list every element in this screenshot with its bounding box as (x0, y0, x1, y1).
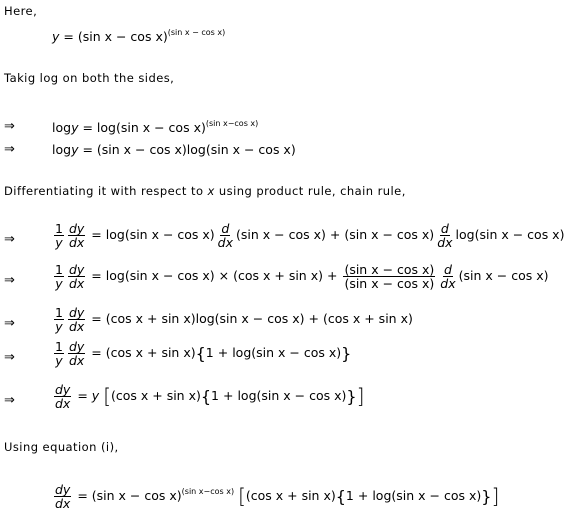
equals-sign: = (82, 142, 93, 157)
implies-arrow: ⇒ (4, 142, 15, 157)
sin-cos-group: (sin x − cos x) (115, 120, 206, 135)
equals-sign: = (82, 120, 93, 135)
log-text: log (52, 142, 72, 157)
derivative-step3: 1 y dy dx = (cos x + sin x)log(sin x − cos … (54, 305, 413, 335)
derivative-result: dy dx = y [(cos x + sin x){1 + log(sin x … (54, 382, 365, 412)
implies-arrow: ⇒ (4, 393, 15, 408)
d-dx: d dx (437, 221, 453, 251)
diff-rest-text: using product rule, chain rule, (218, 184, 406, 198)
equation-definition: y = (sin x − cos x)(sin x − cos x) (52, 28, 225, 44)
log-text: log (96, 120, 116, 135)
fraction-one-over-base: (sin x − cos x) (sin x − cos x) (343, 262, 436, 292)
equals-sign: = (63, 29, 74, 44)
implies-arrow: ⇒ (4, 350, 15, 365)
final-answer: dy dx = (sin x − cos x)(sin x−cos x) [(co… (54, 482, 500, 512)
sin-cos-group: (sin x − cos x) (96, 142, 187, 157)
exponent: (sin x−cos x) (205, 119, 259, 128)
taking-log-label: Takig log on both the sides, (4, 71, 175, 85)
derivative-step1: 1 y dy dx = log(sin x − cos x) d dx (sin x − c… (54, 221, 565, 251)
implies-arrow: ⇒ (4, 119, 15, 134)
var-y: y (71, 142, 79, 157)
log-text: log (52, 120, 72, 135)
dy-dx: dy dx (67, 221, 86, 251)
one-over-y: 1y (54, 221, 64, 251)
var-y: y (52, 29, 60, 44)
differentiating-label: Differentiating it with respect to x usi… (4, 184, 406, 198)
implies-arrow: ⇒ (4, 316, 15, 331)
implies-arrow: ⇒ (4, 232, 15, 247)
d-dx: d dx (217, 221, 234, 251)
sin-cos-group: (sin x − cos x) (205, 142, 296, 157)
using-equation-label: Using equation (i), (4, 440, 119, 454)
here-label: Here, (4, 4, 38, 18)
log-text: log (186, 142, 206, 157)
var-y: y (71, 120, 79, 135)
derivative-step4: 1 y dy dx = (cos x + sin x){1 + log(sin x −… (54, 339, 352, 369)
base-expression: (sin x − cos x) (77, 29, 168, 44)
derivative-step2: 1 y dy dx = log(sin x − cos x) × (cos x + s… (54, 262, 549, 292)
diff-text: Differentiating it with respect to (4, 184, 204, 198)
exponent: (sin x − cos x) (167, 28, 226, 37)
equation-log1: logy = log(sin x − cos x)(sin x−cos x) (52, 119, 258, 135)
implies-arrow: ⇒ (4, 273, 15, 288)
diff-var: x (207, 184, 215, 198)
equation-log2: logy = (sin x − cos x)log(sin x − cos x) (52, 142, 296, 157)
